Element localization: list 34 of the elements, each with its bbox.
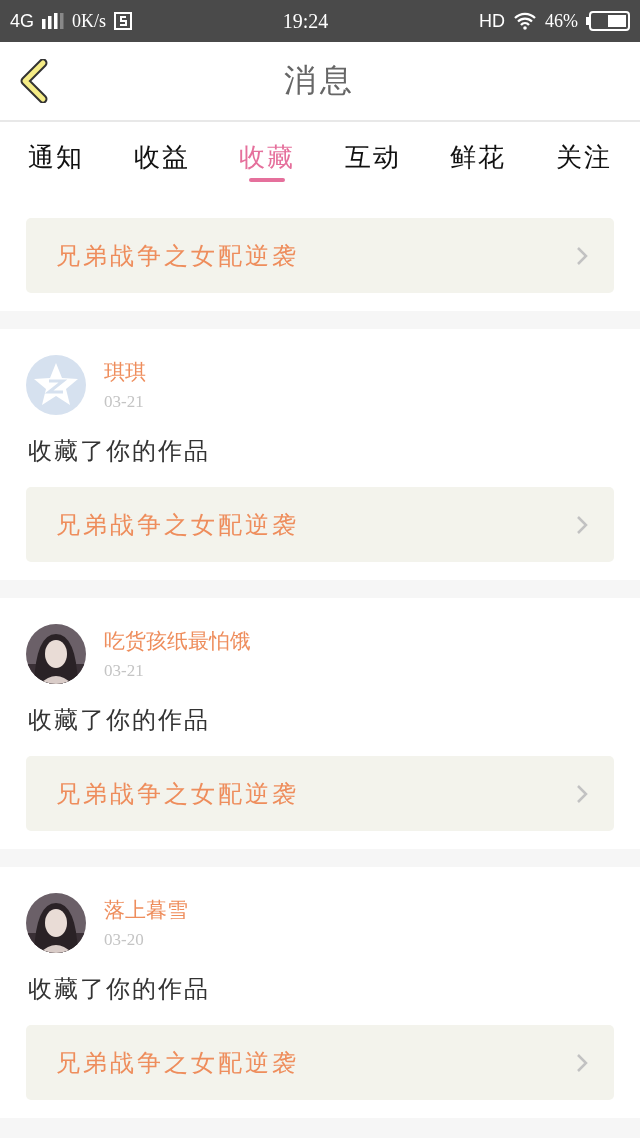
signal-icon	[42, 13, 64, 29]
chevron-right-icon	[576, 514, 588, 535]
user-name[interactable]: 琪琪	[104, 358, 146, 386]
action-text: 收藏了你的作品	[28, 974, 211, 1005]
speed-label: 0K/s	[72, 10, 107, 32]
tab[interactable]: 收益	[133, 122, 190, 182]
s-box-icon	[114, 12, 133, 30]
chevron-right-icon	[576, 783, 588, 804]
tab[interactable]: 收藏	[239, 122, 296, 182]
wifi-icon	[513, 12, 537, 30]
action-text: 收藏了你的作品	[28, 436, 211, 467]
page-title: 消息	[284, 60, 356, 101]
battery-icon	[586, 11, 630, 31]
date-label: 03-21	[104, 392, 145, 412]
user-name[interactable]: 吃货孩纸最怕饿	[104, 627, 251, 655]
tab[interactable]: 关注	[555, 122, 612, 182]
action-text: 收藏了你的作品	[28, 705, 211, 736]
battery-label: 46%	[545, 10, 578, 32]
tab[interactable]: 通知	[28, 122, 84, 182]
clock: 19:24	[281, 9, 330, 33]
hd-label: HD	[479, 10, 505, 32]
avatar-icon	[26, 355, 86, 415]
date-label: 03-21	[104, 661, 145, 681]
user-name[interactable]: 落上暮雪	[104, 896, 188, 924]
work-link[interactable]: 兄弟战争之女配逆袭	[26, 487, 614, 562]
network-label: 4G	[10, 10, 34, 32]
work-link[interactable]: 兄弟战争之女配逆袭	[26, 1025, 614, 1100]
work-link[interactable]: 兄弟战争之女配逆袭	[26, 756, 614, 831]
tab[interactable]: 鲜花	[450, 122, 507, 182]
chevron-right-icon	[576, 1052, 588, 1073]
chevron-right-icon	[576, 245, 588, 266]
work-link[interactable]: 兄弟战争之女配逆袭	[26, 218, 614, 293]
date-label: 03-20	[104, 930, 145, 950]
tab[interactable]: 互动	[344, 122, 401, 182]
